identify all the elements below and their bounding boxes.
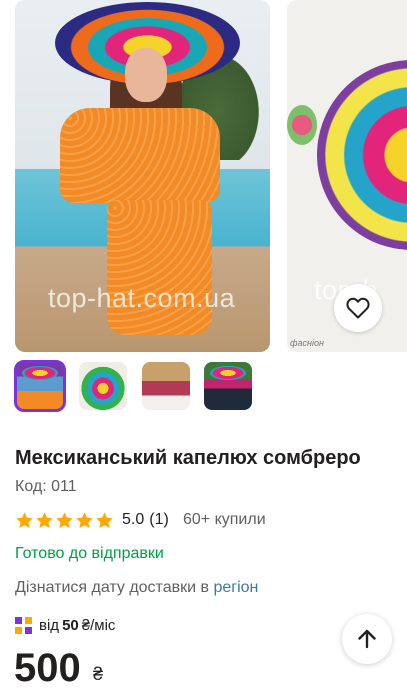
product-main-image[interactable]: top-hat.com.ua (15, 0, 270, 352)
star-icon (36, 511, 53, 528)
delivery-text: Дізнатися дату доставки в (15, 579, 209, 596)
star-icon (96, 511, 113, 528)
image-orange-skirt (107, 200, 212, 335)
arrow-up-icon (358, 629, 376, 649)
price-currency: ₴ (93, 664, 104, 684)
installment-icon (15, 617, 32, 634)
installment-offer[interactable]: від 50 ₴/міс (15, 617, 115, 634)
thumb-woman-orange-outfit[interactable] (14, 360, 66, 412)
star-icon (56, 511, 73, 528)
scroll-to-top-button[interactable] (342, 614, 392, 664)
delivery-info: Дізнатися дату доставки в регіон (15, 579, 258, 597)
installment-amount: 50 (62, 617, 79, 634)
image-sombrero-closeup (317, 60, 407, 250)
rating-stars (15, 511, 114, 530)
star-icon (76, 511, 93, 528)
rating-value: 5.0 (122, 511, 145, 528)
watermark-main: top-hat.com.ua (48, 283, 236, 313)
rating-count: (1) (149, 511, 169, 528)
thumb-hat-graphic (210, 366, 246, 380)
product-rating[interactable]: 5.0 (1) (15, 509, 169, 531)
installment-prefix: від (39, 617, 60, 634)
thumb-woman-dark-dress[interactable] (204, 362, 252, 410)
favorite-button[interactable] (334, 284, 382, 332)
thumbnail-strip (14, 360, 395, 414)
heart-outline-icon (346, 297, 370, 319)
thumb-hat-graphic (22, 366, 58, 380)
image-flowers (287, 105, 317, 145)
thumb-sombrero[interactable] (79, 362, 127, 410)
star-icon (16, 511, 33, 528)
region-link[interactable]: регіон (213, 579, 258, 596)
product-image-gallery[interactable]: top-hat.com.ua top-h фасніон (0, 0, 407, 356)
availability-status: Готово до відправки (15, 545, 164, 562)
image-orange-top (60, 108, 220, 203)
installment-suffix: ₴/міс (81, 617, 116, 634)
product-code: Код: 011 (15, 478, 77, 495)
image-model-face (125, 48, 167, 102)
second-image-caption: фасніон (290, 338, 324, 348)
bought-count: 60+ купили (183, 511, 266, 528)
product-price: 500 (14, 646, 81, 690)
product-title: Мексиканський капелюх сомбреро (15, 447, 361, 469)
thumb-group-photo[interactable] (142, 362, 190, 410)
